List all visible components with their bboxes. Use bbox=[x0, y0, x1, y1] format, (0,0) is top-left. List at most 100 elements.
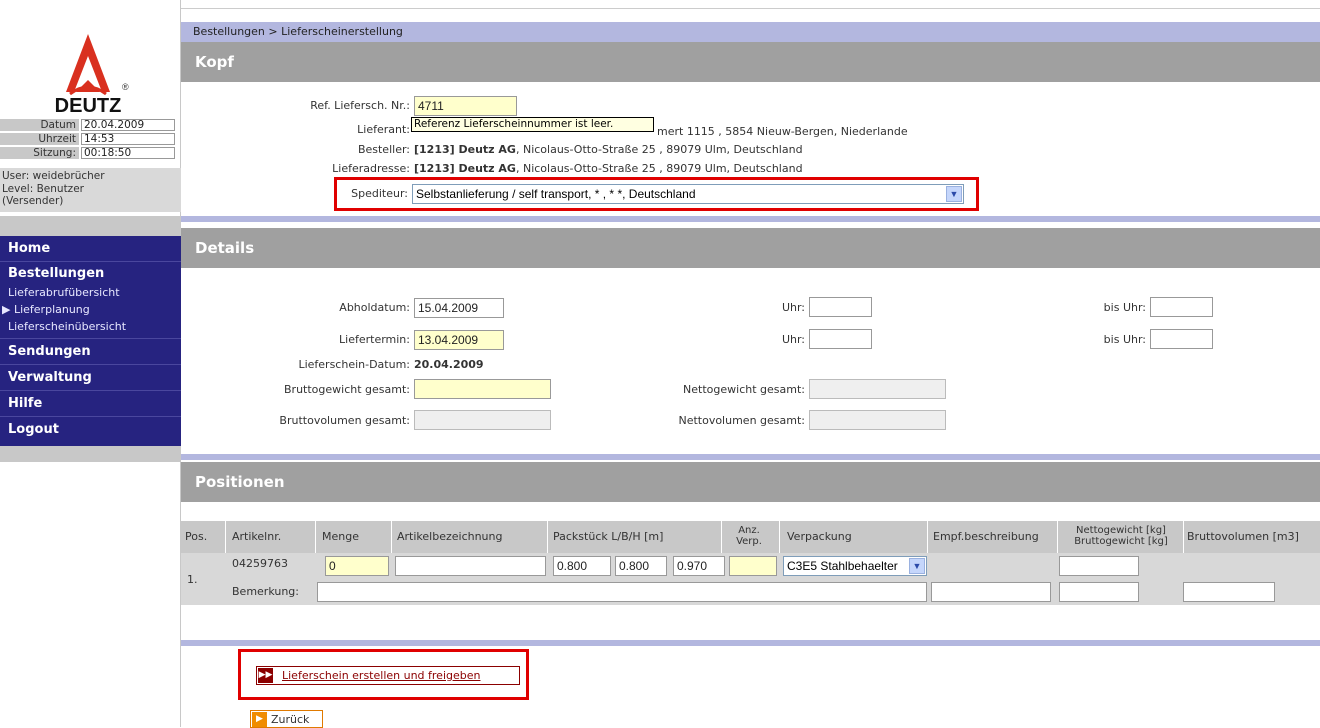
ref-tooltip: Referenz Lieferscheinnummer ist leer. bbox=[411, 117, 654, 132]
nettovolumen-input bbox=[809, 410, 946, 430]
verpackung-selected: C3E5 Stahlbehaelter bbox=[787, 559, 898, 573]
back-button[interactable]: ▶ Zurück bbox=[250, 710, 323, 728]
col-artikelnr: Artikelnr. bbox=[232, 530, 282, 543]
details-divider bbox=[181, 216, 1320, 222]
liefertermin-label: Liefertermin: bbox=[339, 333, 410, 346]
info-date: Datum 20.04.2009 bbox=[0, 119, 181, 131]
liefertermin-bis-uhr-input[interactable] bbox=[1150, 329, 1213, 349]
nav-sub-lieferscheinuebersicht[interactable]: Lieferscheinübersicht bbox=[8, 320, 126, 333]
positionen-divider bbox=[181, 454, 1320, 460]
abholdatum-input[interactable]: 15.04.2009 bbox=[414, 298, 504, 318]
main-nav: Home Bestellungen Lieferabrufübersicht ▶… bbox=[0, 236, 181, 446]
nav-home[interactable]: Home bbox=[8, 241, 50, 256]
time-value: 14:53 bbox=[81, 133, 175, 145]
lieferadresse-value: [1213] Deutz AG, Nicolaus-Otto-Straße 25… bbox=[414, 162, 803, 175]
liefertermin-input[interactable]: 13.04.2009 bbox=[414, 330, 504, 350]
col-menge: Menge bbox=[322, 530, 359, 543]
col-verpackung: Verpackung bbox=[787, 530, 852, 543]
lieferadresse-label: Lieferadresse: bbox=[332, 162, 410, 175]
top-divider bbox=[181, 8, 1320, 9]
liefertermin-uhr-input[interactable] bbox=[809, 329, 872, 349]
breadcrumb: Bestellungen > Lieferscheinerstellung bbox=[181, 22, 1320, 42]
col-packstueck: Packstück L/B/H [m] bbox=[553, 530, 664, 543]
chevron-down-icon[interactable]: ▼ bbox=[909, 558, 925, 574]
lieferschein-datum-value: 20.04.2009 bbox=[414, 358, 484, 371]
table-row: 1. 04259763 0 0.800 0.800 0.970 C3E5 Sta… bbox=[181, 553, 1320, 605]
verpackung-select[interactable]: C3E5 Stahlbehaelter ▼ bbox=[783, 556, 927, 576]
col-gewicht: Nettogewicht [kg] Bruttogewicht [kg] bbox=[1074, 525, 1168, 547]
col-anz-verp: Anz. Verp. bbox=[736, 525, 762, 547]
col-pos: Pos. bbox=[185, 530, 208, 543]
row-pos: 1. bbox=[187, 573, 198, 586]
bemerkung-label: Bemerkung: bbox=[232, 585, 299, 598]
bemerkung-input[interactable] bbox=[317, 582, 927, 602]
spediteur-label: Spediteur: bbox=[351, 187, 408, 200]
lieferant-value: mert 1115 , 5854 Nieuw-Bergen, Niederlan… bbox=[657, 125, 908, 138]
sidebar-footer bbox=[0, 446, 181, 462]
bruttogewicht-label: Bruttogewicht gesamt: bbox=[284, 383, 410, 396]
back-button-label: Zurück bbox=[271, 713, 310, 726]
height-input[interactable]: 0.970 bbox=[673, 556, 725, 576]
nav-sub-lieferplanung-label: Lieferplanung bbox=[13, 303, 90, 316]
col-bruttovolumen: Bruttovolumen [m3] bbox=[1187, 530, 1299, 543]
chevron-down-icon[interactable]: ▼ bbox=[946, 186, 962, 202]
gewicht-input[interactable] bbox=[1059, 556, 1139, 576]
besteller-value: [1213] Deutz AG, Nicolaus-Otto-Straße 25… bbox=[414, 143, 803, 156]
deutz-logo: DEUTZ ® bbox=[55, 34, 129, 117]
nav-hilfe[interactable]: Hilfe bbox=[8, 396, 42, 411]
length-input[interactable]: 0.800 bbox=[553, 556, 611, 576]
ref-input[interactable]: 4711 bbox=[414, 96, 517, 116]
date-value: 20.04.2009 bbox=[81, 119, 175, 131]
abholdatum-bis-uhr-input[interactable] bbox=[1150, 297, 1213, 317]
artikelbezeichnung-input[interactable] bbox=[395, 556, 546, 576]
session-value: 00:18:50 bbox=[81, 147, 175, 159]
sidebar-spacer bbox=[0, 216, 181, 236]
lieferant-label: Lieferant: bbox=[357, 123, 410, 136]
sidebar: DEUTZ ® Datum 20.04.2009 Uhrzeit 14:53 S… bbox=[0, 0, 181, 727]
abholdatum-uhr-input[interactable] bbox=[809, 297, 872, 317]
bruttovolumen-label: Bruttovolumen gesamt: bbox=[279, 414, 410, 427]
lieferschein-datum-label: Lieferschein-Datum: bbox=[298, 358, 410, 371]
svg-text:DEUTZ: DEUTZ bbox=[55, 95, 122, 117]
nav-logout[interactable]: Logout bbox=[8, 422, 59, 437]
nettogewicht-label: Nettogewicht gesamt: bbox=[683, 383, 805, 396]
user-name: User: weidebrücher bbox=[2, 170, 105, 182]
user-role: (Versender) bbox=[2, 195, 64, 207]
bruttovolumen-row-input[interactable] bbox=[1183, 582, 1275, 602]
besteller-label: Besteller: bbox=[357, 143, 410, 156]
date-label: Datum bbox=[0, 119, 79, 131]
nav-sub-lieferabrufuebersicht[interactable]: Lieferabrufübersicht bbox=[8, 286, 120, 299]
nav-verwaltung[interactable]: Verwaltung bbox=[8, 370, 92, 385]
positions-table-header: Pos. Artikelnr. Menge Artikelbezeichnung… bbox=[181, 521, 1320, 553]
user-level: Level: Benutzer bbox=[2, 182, 84, 195]
double-arrow-icon: ▶▶ bbox=[258, 668, 273, 683]
abholdatum-label: Abholdatum: bbox=[339, 301, 410, 314]
spediteur-selected: Selbstanlieferung / self transport, * , … bbox=[416, 187, 696, 201]
empf-beschreibung-input[interactable] bbox=[931, 582, 1051, 602]
triangle-right-icon: ▶ bbox=[2, 303, 11, 316]
arrow-right-icon: ▶ bbox=[252, 712, 267, 727]
nettovolumen-label: Nettovolumen gesamt: bbox=[678, 414, 805, 427]
session-label: Sitzung: bbox=[0, 147, 79, 159]
nav-sendungen[interactable]: Sendungen bbox=[8, 344, 91, 359]
create-button[interactable]: ▶▶ Lieferschein erstellen und freigeben bbox=[256, 666, 520, 685]
bruttovolumen-input bbox=[414, 410, 551, 430]
time-label: Uhrzeit bbox=[0, 133, 79, 145]
ref-label: Ref. Liefersch. Nr.: bbox=[310, 99, 410, 112]
user-info: User: weidebrücher Level: Benutzer (Vers… bbox=[0, 168, 181, 212]
section-positionen-header: Positionen bbox=[181, 462, 1320, 502]
width-input[interactable]: 0.800 bbox=[615, 556, 667, 576]
nettogewicht-input bbox=[809, 379, 946, 399]
liefertermin-bis-uhr-label: bis Uhr: bbox=[1103, 333, 1146, 346]
spediteur-select[interactable]: Selbstanlieferung / self transport, * , … bbox=[412, 184, 964, 204]
nav-sub-lieferplanung[interactable]: ▶ Lieferplanung bbox=[2, 303, 90, 316]
menge-input[interactable]: 0 bbox=[325, 556, 389, 576]
anz-verp-input[interactable] bbox=[729, 556, 777, 576]
actions-divider bbox=[181, 640, 1320, 646]
col-artikelbezeichnung: Artikelbezeichnung bbox=[397, 530, 503, 543]
svg-text:®: ® bbox=[122, 82, 129, 92]
nav-bestellungen[interactable]: Bestellungen bbox=[8, 266, 104, 281]
row-artikelnr: 04259763 bbox=[232, 557, 288, 570]
bruttogewicht-row-input[interactable] bbox=[1059, 582, 1139, 602]
bruttogewicht-input[interactable] bbox=[414, 379, 551, 399]
